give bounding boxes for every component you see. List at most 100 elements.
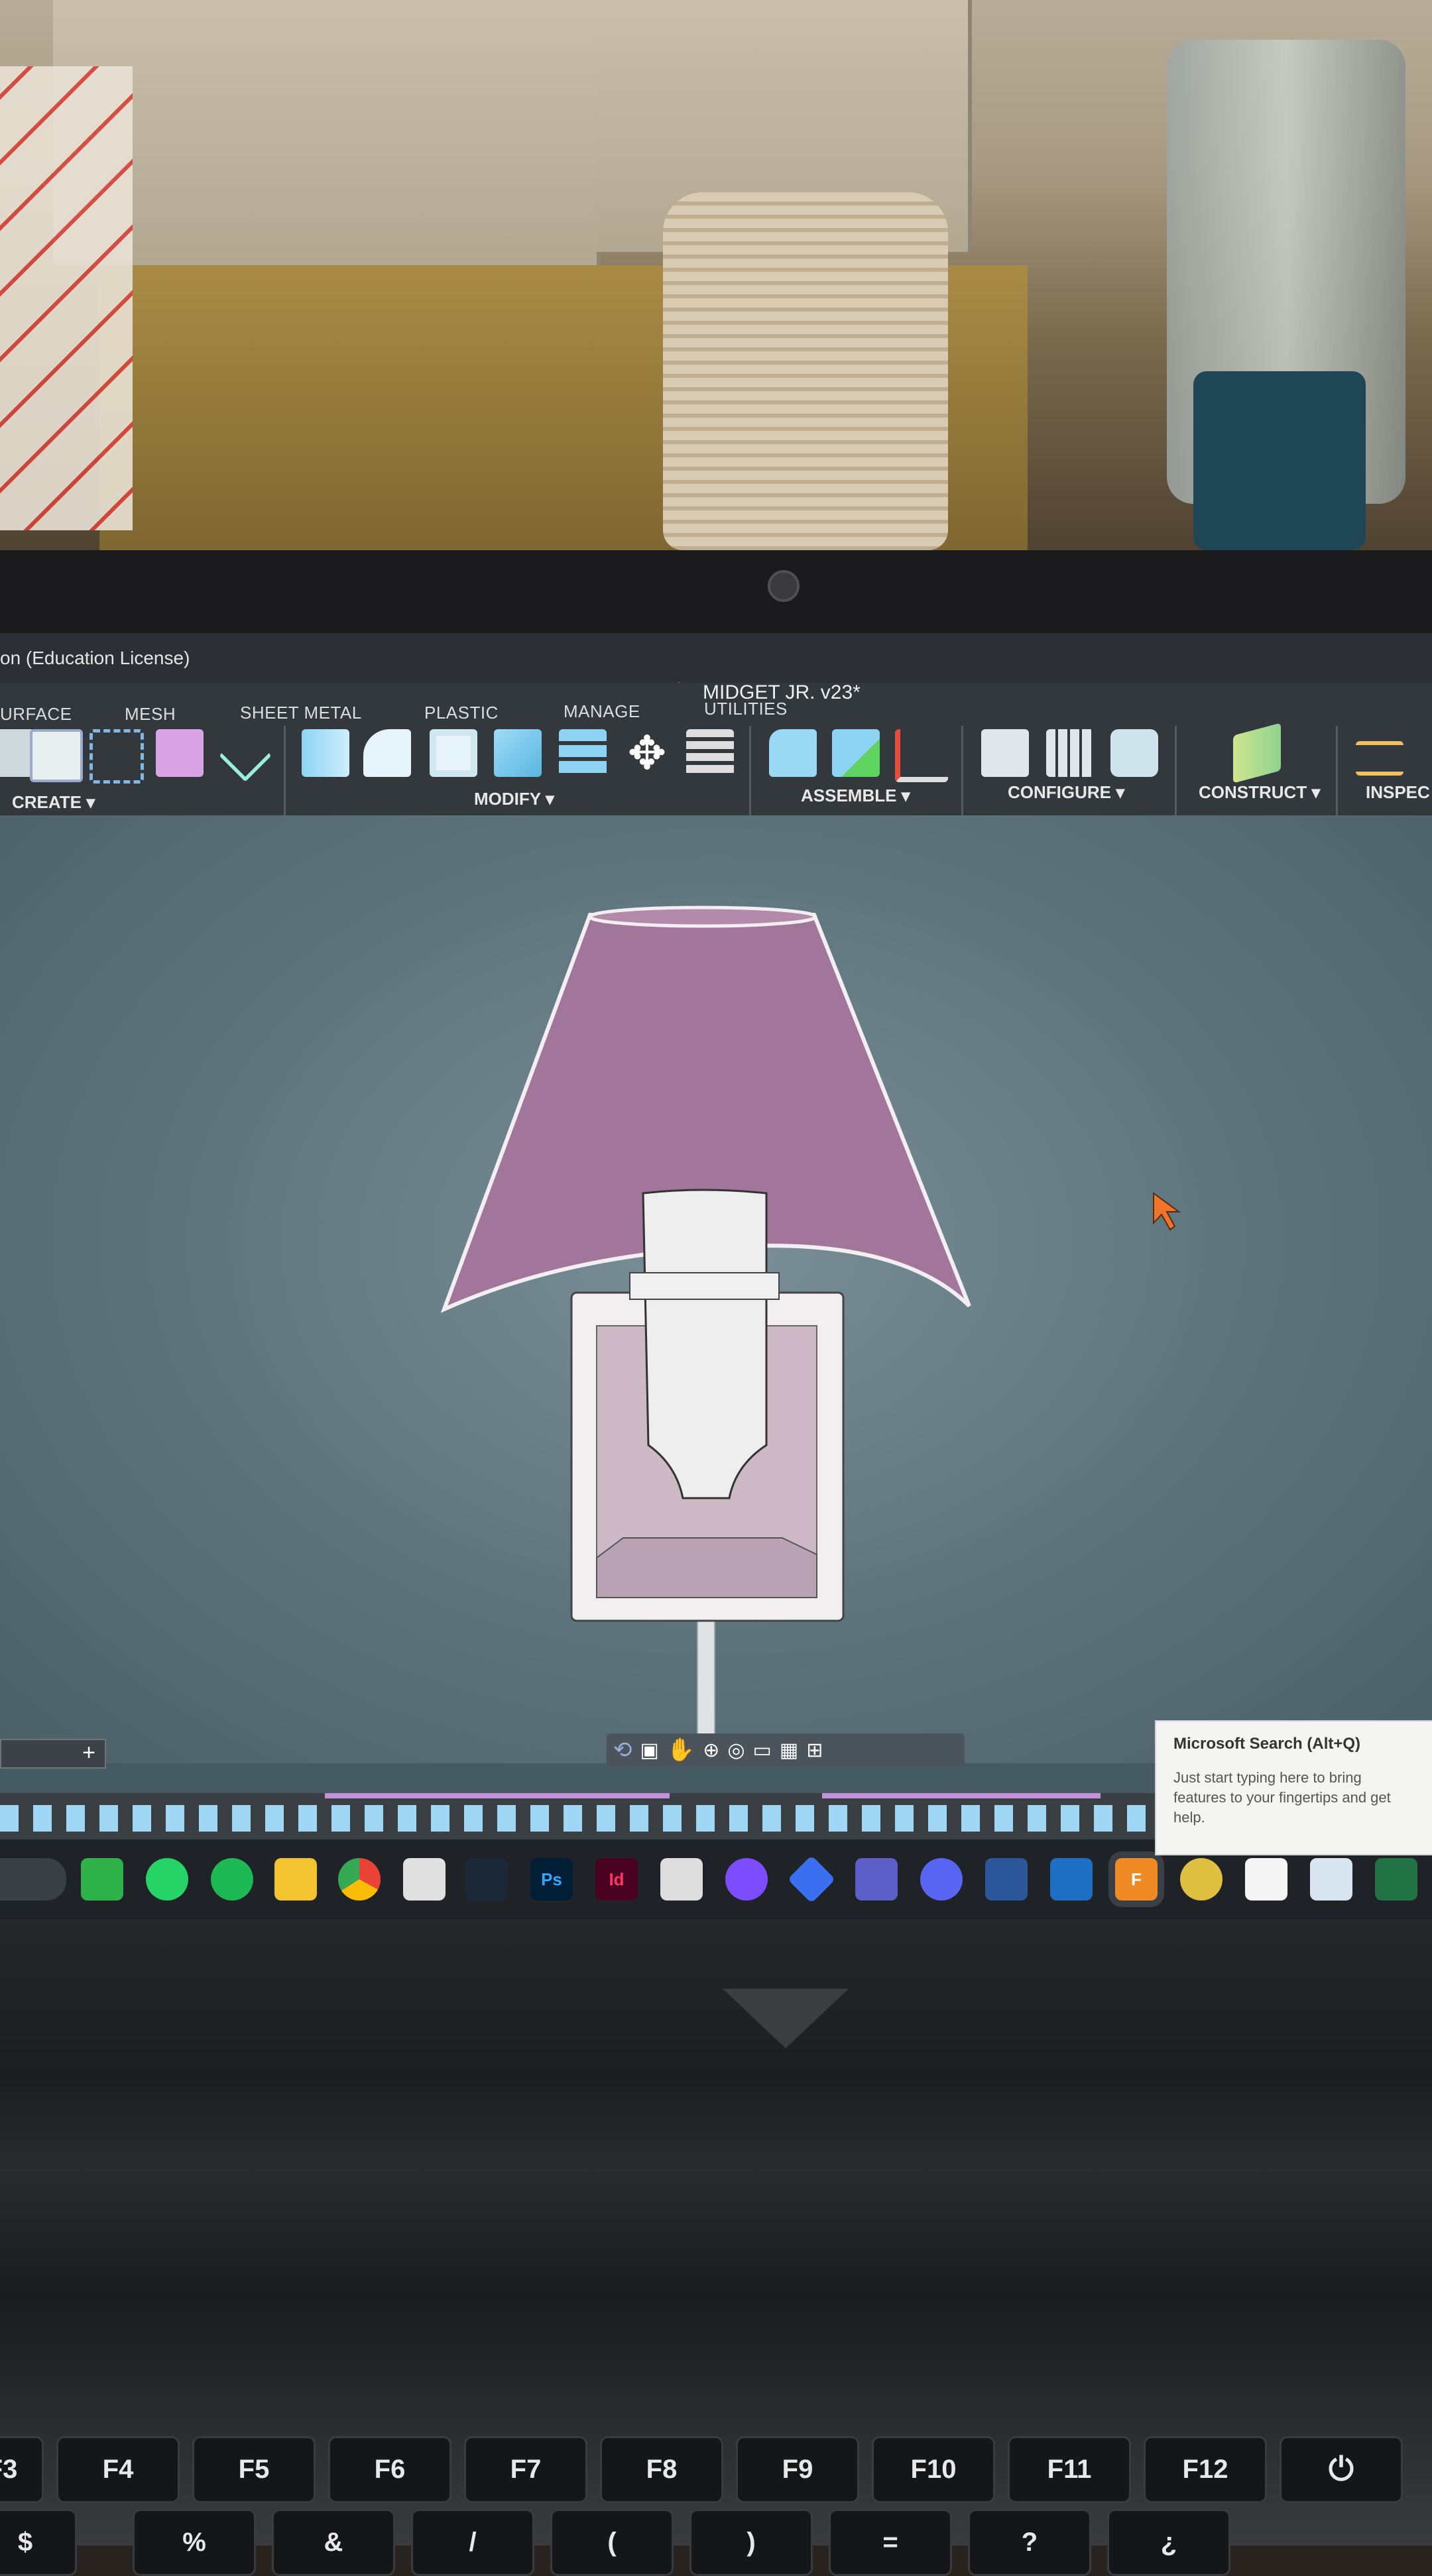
offset-plane-icon[interactable] bbox=[1233, 723, 1281, 784]
toolbar-separator bbox=[749, 726, 751, 815]
app-title: on (Education License) bbox=[0, 648, 190, 668]
chrome-icon[interactable] bbox=[338, 1858, 381, 1901]
key-f5[interactable]: F5 bbox=[192, 2436, 316, 2503]
look-at-icon[interactable]: ▣ bbox=[640, 1739, 659, 1762]
settings-gear-icon[interactable] bbox=[1180, 1858, 1223, 1901]
modify-menu[interactable]: MODIFY ▾ bbox=[474, 789, 554, 809]
press-pull-icon[interactable] bbox=[302, 729, 349, 777]
orbit-icon[interactable]: ⟲ bbox=[613, 1737, 632, 1763]
key-ampersand[interactable]: & bbox=[272, 2509, 395, 2576]
as-built-joint-icon[interactable] bbox=[895, 729, 948, 782]
background-room-photo bbox=[0, 0, 1432, 563]
new-component-icon[interactable] bbox=[769, 729, 817, 777]
move-copy-icon[interactable]: ✥ bbox=[623, 727, 671, 779]
towel bbox=[0, 66, 133, 530]
measure-icon[interactable] bbox=[1356, 741, 1403, 776]
key-dollar[interactable]: $ bbox=[0, 2509, 77, 2576]
tab-surface[interactable]: URFACE bbox=[0, 704, 72, 725]
fit-icon[interactable]: ◎ bbox=[727, 1739, 745, 1762]
laptop-screen: on (Education License) MIDGET JR. v23* U… bbox=[0, 633, 1432, 1919]
zoom-icon[interactable]: ⊕ bbox=[703, 1739, 719, 1762]
tab-manage[interactable]: MANAGE bbox=[564, 701, 640, 722]
teams-icon[interactable] bbox=[855, 1858, 898, 1901]
key-f7[interactable]: F7 bbox=[464, 2436, 587, 2503]
key-f10[interactable]: F10 bbox=[872, 2436, 995, 2503]
fillet-icon[interactable] bbox=[363, 729, 411, 777]
whatsapp-icon[interactable] bbox=[146, 1858, 188, 1901]
spotify-icon[interactable] bbox=[211, 1858, 253, 1901]
loft-icon[interactable] bbox=[30, 729, 83, 782]
popup-body: Just start typing here to bring features… bbox=[1173, 1769, 1391, 1826]
brand-chevron-logo bbox=[723, 1989, 849, 2048]
word-icon[interactable] bbox=[985, 1858, 1028, 1901]
search-box[interactable] bbox=[0, 1858, 66, 1901]
photoshop-icon[interactable]: Ps bbox=[530, 1858, 573, 1901]
key-percent[interactable]: % bbox=[133, 2509, 256, 2576]
navigation-bar: ⟲ ▣ ✋ ⊕ ◎ ▭ ▦ ⊞ bbox=[607, 1733, 965, 1767]
key-f12[interactable]: F12 bbox=[1144, 2436, 1267, 2503]
configuration-table-icon[interactable] bbox=[1046, 729, 1094, 777]
key-equals[interactable]: = bbox=[829, 2509, 952, 2576]
fusion-360-icon[interactable]: F bbox=[1115, 1858, 1158, 1901]
comments-add-button[interactable]: + bbox=[0, 1739, 106, 1769]
key-f9[interactable]: F9 bbox=[736, 2436, 859, 2503]
tab-mesh[interactable]: MESH bbox=[125, 704, 176, 725]
viewports-icon[interactable]: ⊞ bbox=[806, 1739, 823, 1762]
snipping-tool-icon[interactable] bbox=[403, 1858, 446, 1901]
boundary-fill-icon[interactable] bbox=[90, 729, 144, 784]
configure-menu[interactable]: CONFIGURE ▾ bbox=[1008, 782, 1124, 803]
display-settings-icon[interactable]: ▭ bbox=[753, 1739, 772, 1762]
split-body-icon[interactable] bbox=[559, 729, 607, 777]
combine-icon[interactable] bbox=[494, 729, 542, 777]
laptop-body: F3 F4 F5 F6 F7 F8 F9 F10 F11 F12 ⏻ $ % &… bbox=[0, 1919, 1432, 2576]
socket-collar bbox=[629, 1272, 780, 1300]
key-inverted-question[interactable]: ¿ bbox=[1107, 2509, 1230, 2576]
toolbar-separator bbox=[1175, 726, 1177, 815]
key-f4[interactable]: F4 bbox=[56, 2436, 180, 2503]
key-open-paren[interactable]: ( bbox=[550, 2509, 674, 2576]
discord-icon[interactable] bbox=[920, 1858, 963, 1901]
inspect-menu[interactable]: INSPEC bbox=[1366, 782, 1430, 803]
revit-icon[interactable] bbox=[1050, 1858, 1093, 1901]
blue-bottle bbox=[1193, 371, 1366, 550]
key-f6[interactable]: F6 bbox=[328, 2436, 451, 2503]
app-icon-green[interactable] bbox=[81, 1858, 123, 1901]
indesign-icon[interactable]: Id bbox=[595, 1858, 638, 1901]
popup-title: Microsoft Search (Alt+Q) bbox=[1173, 1735, 1361, 1753]
configuration-rules-icon[interactable] bbox=[1110, 729, 1158, 777]
key-f11[interactable]: F11 bbox=[1008, 2436, 1131, 2503]
create-menu[interactable]: CREATE ▾ bbox=[12, 792, 95, 813]
tab-utilities[interactable]: UTILITIES bbox=[704, 699, 788, 719]
toolbar-separator bbox=[284, 726, 286, 815]
timeline-group-marker bbox=[325, 1793, 670, 1798]
app-icon-b[interactable] bbox=[660, 1858, 703, 1901]
assemble-menu[interactable]: ASSEMBLE ▾ bbox=[801, 786, 910, 806]
key-slash[interactable]: / bbox=[411, 2509, 534, 2576]
tab-sheet-metal[interactable]: SHEET METAL bbox=[240, 703, 362, 723]
key-f3[interactable]: F3 bbox=[0, 2436, 44, 2503]
file-explorer-icon[interactable] bbox=[274, 1858, 317, 1901]
shell-icon[interactable] bbox=[430, 729, 477, 777]
app-icon-diamond[interactable] bbox=[787, 1855, 836, 1904]
pipe-branch-icon[interactable] bbox=[219, 729, 272, 782]
pan-hand-icon[interactable]: ✋ bbox=[667, 1737, 695, 1763]
tab-plastic[interactable]: PLASTIC bbox=[424, 703, 499, 723]
mouse-cursor-icon bbox=[1153, 1192, 1181, 1231]
steam-icon[interactable] bbox=[465, 1858, 508, 1901]
notepad-icon[interactable] bbox=[1245, 1858, 1287, 1901]
configure-design-icon[interactable] bbox=[981, 729, 1029, 777]
calculator-icon[interactable] bbox=[1310, 1858, 1352, 1901]
grid-icon[interactable]: ▦ bbox=[780, 1739, 798, 1762]
key-f8[interactable]: F8 bbox=[600, 2436, 723, 2503]
power-icon[interactable]: ⏻ bbox=[1280, 2436, 1403, 2503]
title-bar: on (Education License) bbox=[0, 633, 1432, 711]
key-question[interactable]: ? bbox=[968, 2509, 1091, 2576]
app-icon-purple[interactable] bbox=[725, 1858, 768, 1901]
excel-icon[interactable] bbox=[1375, 1858, 1417, 1901]
construct-menu[interactable]: CONSTRUCT ▾ bbox=[1199, 782, 1321, 803]
key-close-paren[interactable]: ) bbox=[689, 2509, 813, 2576]
align-icon[interactable] bbox=[686, 729, 734, 777]
3d-viewport[interactable] bbox=[0, 815, 1432, 1763]
joint-icon[interactable] bbox=[832, 729, 880, 777]
form-box-icon[interactable] bbox=[156, 729, 204, 777]
